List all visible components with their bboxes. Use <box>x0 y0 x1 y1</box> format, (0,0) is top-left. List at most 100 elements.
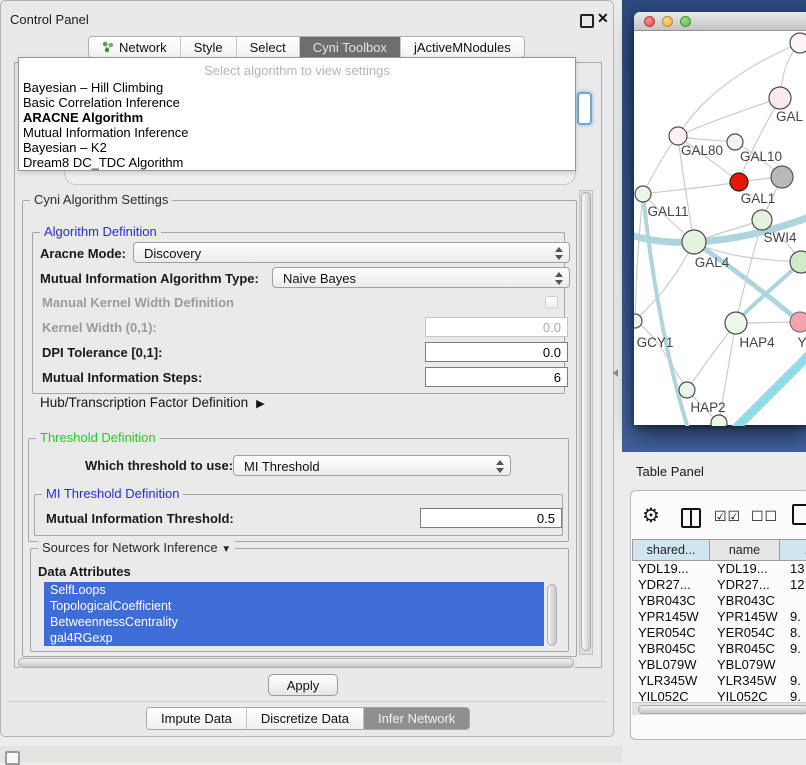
float-window-button[interactable] <box>580 14 594 28</box>
column-header-a[interactable]: A <box>780 539 806 561</box>
bottom-tab-infer-network[interactable]: Infer Network <box>364 708 469 729</box>
attribute-item-gal4rgexp[interactable]: gal4RGexp <box>44 630 544 646</box>
network-edge[interactable] <box>635 321 687 390</box>
network-node[interactable] <box>752 210 772 230</box>
attributes-list-scrollbar[interactable] <box>546 583 558 649</box>
network-node[interactable] <box>790 33 806 53</box>
algorithm-option-bayesian-hill-climbing[interactable]: Bayesian – Hill Climbing <box>19 80 575 95</box>
table-row[interactable]: YBR043CYBR043C <box>632 593 806 609</box>
table-row[interactable]: YDR27...YDR27...12 <box>632 577 806 593</box>
attribute-item-selfloops[interactable]: SelfLoops <box>44 582 544 598</box>
network-node[interactable] <box>730 173 748 191</box>
table-cell <box>790 657 806 673</box>
network-node[interactable] <box>635 186 651 202</box>
table-row[interactable]: YBL079WYBL079W <box>632 657 806 673</box>
table-header-row: shared...nameA <box>632 539 806 561</box>
collapse-triangle-icon[interactable]: ▼ <box>221 544 231 555</box>
mi-algorithm-type-select[interactable]: Naive Bayes <box>272 267 570 288</box>
settings-horizontal-scrollbar[interactable] <box>17 657 577 669</box>
network-node[interactable] <box>790 312 806 332</box>
table-cell: YDL19... <box>710 561 790 577</box>
stepper-arrows-icon <box>495 459 504 474</box>
network-canvas[interactable]: GALGAL80GAL10GAL11GAL1SWI4GAL4GCY1HAP4YH… <box>634 32 806 426</box>
table-row[interactable]: YBR045CYBR045C9. <box>632 641 806 657</box>
cyni-settings-group-title: Cyni Algorithm Settings <box>30 192 172 207</box>
network-edge[interactable] <box>678 98 780 136</box>
network-node[interactable] <box>682 230 706 254</box>
select-all-checkboxes-icon[interactable]: ☑☑ <box>714 508 741 525</box>
stepper-arrows-icon <box>554 271 563 286</box>
network-edge[interactable] <box>687 323 736 390</box>
algorithm-option-dream8-dc-tdc-algorithm[interactable]: Dream8 DC_TDC Algorithm <box>19 155 575 170</box>
aracne-mode-select[interactable]: Discovery <box>133 242 570 263</box>
column-browser-icon[interactable] <box>681 508 701 528</box>
table-cell: YIL052C <box>632 689 710 701</box>
dropdown-item-list: Bayesian – Hill ClimbingBasic Correlatio… <box>19 80 575 170</box>
bottom-tab-impute-data[interactable]: Impute Data <box>147 708 247 729</box>
network-node[interactable] <box>769 87 791 109</box>
table-row[interactable]: YIL052CYIL052C9. <box>632 689 806 701</box>
algorithm-option-bayesian-k2[interactable]: Bayesian – K2 <box>19 140 575 155</box>
algorithm-option-aracne-algorithm[interactable]: ARACNE Algorithm <box>19 110 575 125</box>
column-header-shared[interactable]: shared... <box>632 539 710 561</box>
network-edge[interactable] <box>734 352 806 426</box>
panel-collapse-handle[interactable] <box>613 369 618 377</box>
tab-network[interactable]: Network <box>89 37 181 57</box>
tab-style[interactable]: Style <box>181 37 237 57</box>
algorithm-option-basic-correlation-inference[interactable]: Basic Correlation Inference <box>19 95 575 110</box>
settings-vertical-scrollbar[interactable] <box>579 190 593 655</box>
table-scrollbar-thumb[interactable] <box>638 705 806 714</box>
attributes-scrollbar-thumb[interactable] <box>547 584 557 646</box>
docked-panel-icon[interactable] <box>5 751 20 765</box>
sources-group-title[interactable]: Sources for Network Inference ▼ <box>38 540 235 555</box>
tab-select[interactable]: Select <box>237 37 300 57</box>
table-row[interactable]: YLR345WYLR345W9. <box>632 673 806 689</box>
network-node-label: GAL4 <box>695 255 730 270</box>
which-threshold-label: Which threshold to use: <box>85 458 233 473</box>
network-node[interactable] <box>634 314 642 328</box>
attribute-item-topologicalcoefficient[interactable]: TopologicalCoefficient <box>44 598 544 614</box>
focused-spinner-fragment[interactable] <box>577 92 592 125</box>
mi-threshold-input[interactable]: 0.5 <box>420 508 562 528</box>
network-edge[interactable] <box>643 136 678 194</box>
tab-jactivemnodules[interactable]: jActiveMNodules <box>401 37 524 57</box>
table-row[interactable]: YDL19...YDL19...13 <box>632 561 806 577</box>
network-window-titlebar[interactable] <box>634 12 806 31</box>
minimize-traffic-light-icon[interactable] <box>662 16 673 27</box>
dpi-tolerance-input[interactable]: 0.0 <box>425 342 568 362</box>
settings-scrollbar-thumb[interactable] <box>581 192 591 651</box>
apply-button[interactable]: Apply <box>268 674 338 696</box>
network-node[interactable] <box>725 312 747 334</box>
kernel-width-input[interactable]: 0.0 <box>425 317 568 337</box>
network-edge[interactable] <box>635 194 643 321</box>
network-node[interactable] <box>711 415 727 426</box>
expand-right-icon[interactable]: ▶ <box>256 397 264 410</box>
which-threshold-select[interactable]: MI Threshold <box>233 455 511 476</box>
column-header-name[interactable]: name <box>710 539 780 561</box>
mi-threshold-group-title: MI Threshold Definition <box>42 486 183 501</box>
zoom-traffic-light-icon[interactable] <box>680 16 691 27</box>
network-node[interactable] <box>679 382 695 398</box>
deselect-all-checkboxes-icon[interactable]: ☐☐ <box>751 508 778 525</box>
horizontal-scrollbar-thumb[interactable] <box>18 658 574 668</box>
attribute-item-betweennesscentrality[interactable]: BetweennessCentrality <box>44 614 544 630</box>
algorithm-option-mutual-information-inference[interactable]: Mutual Information Inference <box>19 125 575 140</box>
close-panel-button[interactable]: ✕ <box>597 10 609 27</box>
table-horizontal-scrollbar[interactable] <box>632 702 806 715</box>
mi-steps-input[interactable]: 6 <box>425 367 568 387</box>
tab-cyni-toolbox[interactable]: Cyni Toolbox <box>300 37 401 57</box>
table-row[interactable]: YPR145WYPR145W9. <box>632 609 806 625</box>
table-row[interactable]: YER054CYER054C8. <box>632 625 806 641</box>
network-edge[interactable] <box>643 182 739 194</box>
network-node[interactable] <box>771 166 793 188</box>
network-node[interactable] <box>727 134 743 150</box>
export-table-icon[interactable] <box>792 504 806 525</box>
network-edge[interactable] <box>635 242 694 321</box>
network-node[interactable] <box>790 251 806 273</box>
close-traffic-light-icon[interactable] <box>644 16 655 27</box>
gear-icon[interactable]: ⚙ <box>642 503 660 528</box>
hub-definition-toggle[interactable]: Hub/Transcription Factor Definition▶ <box>40 395 265 410</box>
data-attributes-list[interactable]: SelfLoopsTopologicalCoefficientBetweenne… <box>44 582 544 650</box>
bottom-tab-discretize-data[interactable]: Discretize Data <box>247 708 364 729</box>
manual-kernel-width-checkbox[interactable] <box>545 296 558 309</box>
